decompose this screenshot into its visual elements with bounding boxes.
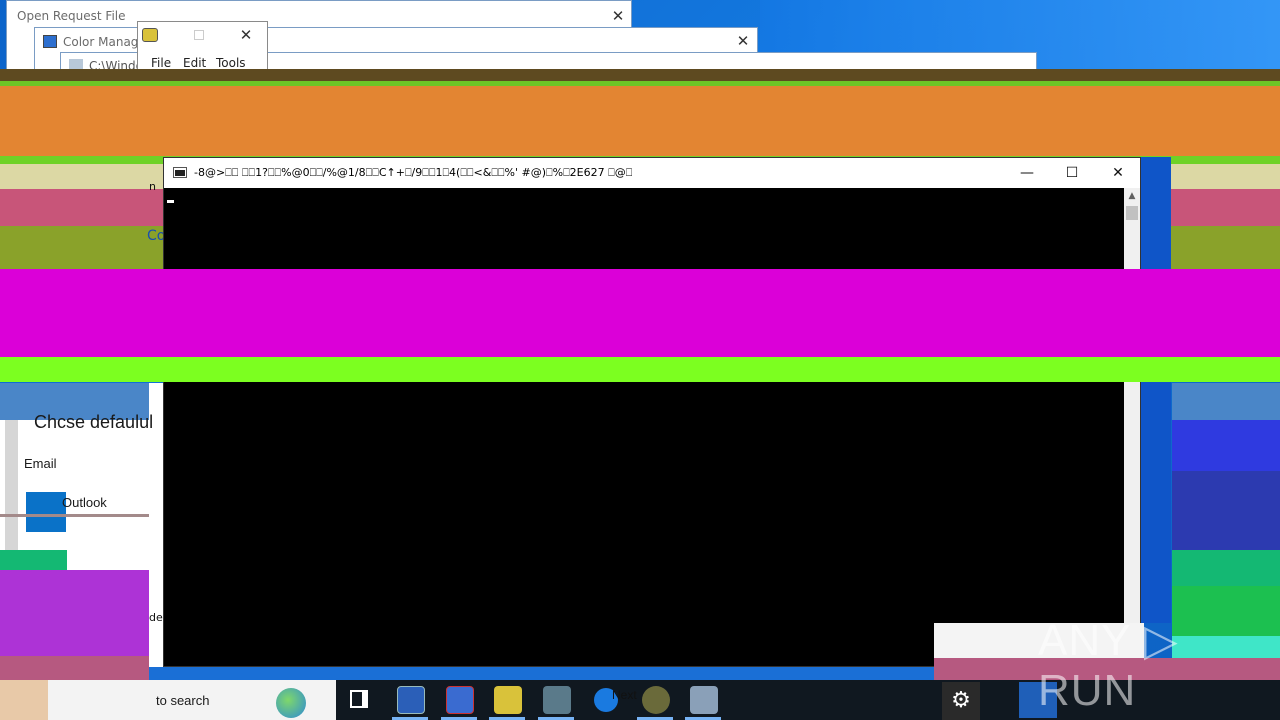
fragment-de: de	[149, 611, 163, 624]
console-window[interactable]: -8@>⎕⎕ ⎕⎕1?⎕⎕%@0⎕⎕/%@1/8⎕⎕C↑+⎕/9⎕⎕1⎕4(⎕⎕…	[163, 157, 1141, 667]
tool-app-taskbar-icon[interactable]	[494, 686, 522, 714]
scroll-thumb[interactable]	[1126, 206, 1138, 220]
open-request-title: Open Request File	[17, 9, 126, 23]
right-stripe-4	[1172, 550, 1280, 586]
console-cursor	[167, 200, 174, 203]
menu-edit[interactable]: Edit	[183, 56, 206, 70]
task-view-icon[interactable]	[350, 690, 368, 708]
menu-tools[interactable]: Tools	[216, 56, 246, 70]
glitch-bar-orange	[0, 86, 1280, 156]
glitch-block-rose	[0, 656, 149, 680]
start-area[interactable]	[0, 680, 48, 720]
tool-close-button[interactable]: ✕	[235, 24, 257, 46]
scroll-up-arrow-icon[interactable]: ▲	[1124, 188, 1140, 204]
console-titlebar[interactable]: -8@>⎕⎕ ⎕⎕1?⎕⎕%@0⎕⎕/%@1/8⎕⎕C↑+⎕/9⎕⎕1⎕4(⎕⎕…	[164, 158, 1140, 188]
console-icon	[173, 167, 187, 178]
right-stripe-2	[1172, 420, 1280, 471]
tool-app-icon	[142, 28, 158, 42]
settings-divider	[0, 514, 149, 517]
color-manage-title: Color Manage	[63, 35, 146, 49]
glitch-block-purple	[0, 570, 149, 656]
settings-heading: Chcse defaulul	[34, 412, 154, 432]
glitch-bar-magenta	[0, 269, 1280, 357]
bottom-blue-strip	[149, 667, 934, 680]
anyrun-watermark: ANY ▷ RUN	[1038, 616, 1179, 715]
outlook-icon[interactable]	[26, 492, 66, 532]
paint-app-icon[interactable]	[446, 686, 474, 714]
tool-maximize-icon[interactable]	[194, 30, 204, 40]
glitch-bar-brown	[0, 69, 1280, 81]
right-blue-column	[1141, 157, 1171, 623]
console-maximize-button[interactable]: ☐	[1049, 158, 1095, 188]
chromium-app-icon[interactable]	[642, 686, 670, 714]
console-taskbar-icon[interactable]	[543, 686, 571, 714]
glitch-bar-lime	[0, 357, 1280, 382]
settings-panel: Chcse defaulul Email Outlook	[0, 383, 163, 680]
search-globe-icon	[276, 688, 306, 718]
explorer-taskbar-icon[interactable]	[690, 686, 718, 714]
tool-window[interactable]: ✕ File Edit Tools	[137, 21, 268, 73]
fragment-n: n	[149, 180, 156, 193]
font-app-icon[interactable]	[397, 686, 425, 714]
console-minimize-button[interactable]: —	[1004, 158, 1050, 188]
next-button[interactable]: Next	[612, 688, 637, 702]
settings-gear-icon[interactable]: ⚙	[942, 682, 980, 720]
right-stripe-3	[1172, 471, 1280, 550]
open-request-close-button[interactable]: ✕	[607, 5, 629, 27]
color-manage-close-button[interactable]: ✕	[732, 30, 754, 52]
menu-file[interactable]: File	[151, 56, 171, 70]
console-title: -8@>⎕⎕ ⎕⎕1?⎕⎕%@0⎕⎕/%@1/8⎕⎕C↑+⎕/9⎕⎕1⎕4(⎕⎕…	[194, 166, 633, 179]
color-manage-icon	[43, 35, 57, 48]
console-scrollbar[interactable]: ▲	[1124, 188, 1140, 666]
search-placeholder: to search	[156, 693, 210, 708]
right-stripe-1	[1172, 383, 1280, 420]
taskbar-search-box[interactable]: to search	[48, 680, 336, 720]
outlook-label[interactable]: Outlook	[62, 495, 107, 510]
email-label: Email	[24, 456, 57, 471]
console-close-button[interactable]: ✕	[1095, 158, 1141, 188]
